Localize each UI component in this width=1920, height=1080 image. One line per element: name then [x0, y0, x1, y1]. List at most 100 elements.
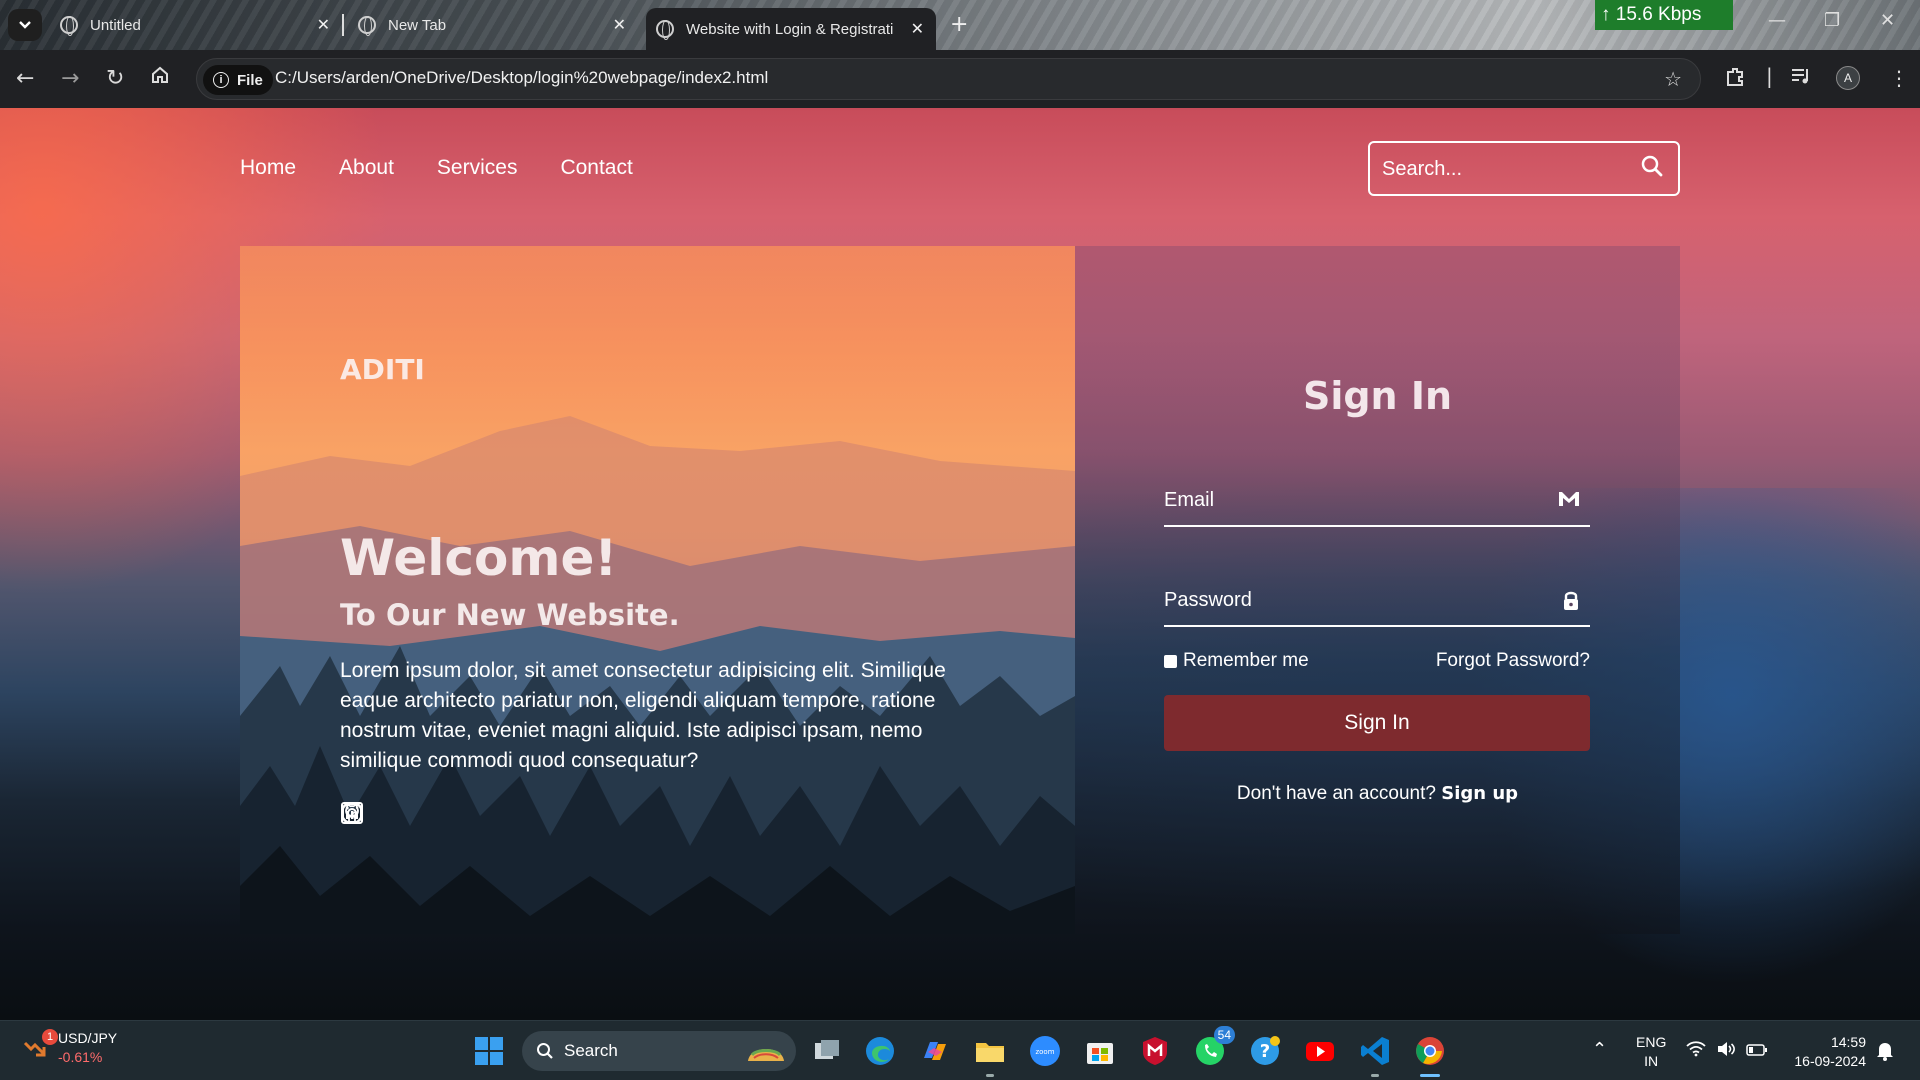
lock-icon: [1564, 591, 1578, 610]
forward-arrow-icon[interactable]: →: [61, 66, 79, 91]
back-arrow-icon[interactable]: ←: [16, 66, 34, 91]
checkbox-box[interactable]: [1164, 654, 1177, 668]
whatsapp-icon[interactable]: 54: [1193, 1026, 1235, 1068]
sign-in-button[interactable]: Sign In: [1164, 695, 1590, 751]
file-explorer-icon[interactable]: [973, 1034, 1007, 1077]
url-text[interactable]: C:/Users/arden/OneDrive/Desktop/login%20…: [275, 68, 768, 88]
page-background: Home About Services Contact Search... AD…: [0, 108, 1920, 1020]
info-icon: i: [213, 72, 229, 88]
task-view-icon[interactable]: [810, 1034, 844, 1068]
close-icon[interactable]: ✕: [613, 15, 626, 35]
youtube-icon[interactable]: [1303, 1034, 1337, 1068]
minimize-icon[interactable]: —: [1768, 10, 1786, 31]
more-menu-icon[interactable]: ⋮: [1889, 66, 1909, 90]
restore-icon[interactable]: ❐: [1824, 10, 1840, 31]
close-icon[interactable]: ✕: [317, 15, 330, 35]
taskbar-search[interactable]: Search: [522, 1031, 796, 1071]
remember-me-label: Remember me: [1183, 650, 1309, 671]
address-bar[interactable]: i File C:/Users/arden/OneDrive/Desktop/l…: [196, 58, 1701, 100]
chip-label: File: [237, 71, 263, 89]
svg-text:?: ?: [1260, 1041, 1270, 1062]
nav-about[interactable]: About: [339, 156, 394, 180]
hero-panel: ADITI Welcome! To Our New Website. Lorem…: [240, 246, 1075, 934]
brand-logo[interactable]: ADITI: [340, 353, 425, 386]
clock-date: 16-09-2024: [1794, 1053, 1866, 1069]
volume-icon[interactable]: [1716, 1041, 1736, 1080]
search-icon: [537, 1043, 553, 1059]
search-icon[interactable]: [1640, 154, 1664, 178]
close-icon[interactable]: ✕: [911, 19, 924, 39]
email-input[interactable]: [1164, 485, 1544, 515]
edge-browser-icon[interactable]: [863, 1034, 897, 1068]
chevron-down-icon: [19, 21, 31, 29]
forgot-password-link[interactable]: Forgot Password?: [1436, 650, 1590, 672]
bookmark-star-icon[interactable]: ☆: [1664, 67, 1682, 91]
notification-bell-icon[interactable]: [1876, 1041, 1894, 1080]
wifi-icon[interactable]: [1686, 1041, 1706, 1080]
tab-search-button[interactable]: [8, 9, 42, 41]
windows-taskbar: 1 USD/JPY -0.61% Search zoom 54 ? ⌃ ENG …: [0, 1020, 1920, 1080]
site-nav: Home About Services Contact: [240, 156, 633, 180]
password-input[interactable]: [1164, 585, 1544, 615]
media-queue-icon[interactable]: [1790, 66, 1812, 91]
home-icon[interactable]: [150, 65, 170, 91]
widget-badge: 1: [42, 1029, 58, 1045]
nav-services[interactable]: Services: [437, 156, 518, 180]
site-search-box: [1368, 141, 1680, 196]
tab-new-tab[interactable]: New Tab ✕: [358, 8, 626, 42]
copilot-icon[interactable]: [918, 1034, 952, 1068]
microsoft-store-icon[interactable]: [1083, 1034, 1117, 1068]
tab-website-login[interactable]: Website with Login & Registrati ✕: [646, 8, 936, 50]
reload-icon[interactable]: ↻: [106, 66, 124, 91]
new-tab-button[interactable]: +: [950, 12, 968, 37]
chrome-icon[interactable]: [1413, 1034, 1447, 1077]
taco-illustration-icon: [748, 1049, 784, 1061]
mcafee-icon[interactable]: [1138, 1034, 1172, 1068]
sign-in-title: Sign In: [1302, 374, 1453, 418]
signup-prompt: Don't have an account? Sign up: [1075, 783, 1680, 805]
network-speed-meter: ↑ 15.6 Kbps: [1595, 0, 1733, 30]
tab-title: New Tab: [388, 16, 447, 34]
close-window-icon[interactable]: ✕: [1880, 10, 1895, 31]
profile-avatar[interactable]: A: [1836, 66, 1860, 90]
site-info-chip[interactable]: i File: [203, 65, 273, 95]
github-icon[interactable]: [341, 801, 410, 825]
vscode-icon[interactable]: [1358, 1034, 1392, 1077]
currency-change: -0.61%: [58, 1049, 103, 1065]
battery-icon[interactable]: [1746, 1043, 1768, 1080]
nav-home[interactable]: Home: [240, 156, 296, 180]
language-secondary: IN: [1644, 1053, 1659, 1069]
signup-prompt-text: Don't have an account?: [1236, 783, 1436, 804]
globe-icon: [60, 16, 78, 36]
nav-contact[interactable]: Contact: [560, 156, 632, 180]
login-card: ADITI Welcome! To Our New Website. Lorem…: [240, 246, 1680, 934]
signup-link[interactable]: Sign up: [1441, 783, 1518, 804]
browser-toolbar: ← → ↻ i File C:/Users/arden/OneDrive/Des…: [0, 50, 1920, 108]
svg-text:zoom: zoom: [1035, 1048, 1054, 1056]
currency-pair: USD/JPY: [58, 1030, 118, 1046]
welcome-subtitle: To Our New Website.: [340, 598, 680, 632]
clock-time: 14:59: [1830, 1034, 1866, 1050]
remember-me-checkbox[interactable]: Remember me: [1164, 650, 1309, 672]
globe-icon: [656, 20, 674, 40]
mountain-landscape-image: [240, 246, 1075, 934]
social-links: [340, 801, 456, 825]
system-clock[interactable]: 14:59 16-09-2024: [1786, 1033, 1866, 1080]
chevron-up-icon[interactable]: ⌃: [1592, 1039, 1607, 1080]
mail-icon: [1559, 492, 1579, 506]
start-button[interactable]: [472, 1034, 506, 1068]
tab-divider: [342, 14, 344, 36]
extensions-icon[interactable]: [1724, 66, 1746, 93]
help-icon[interactable]: ?: [1248, 1034, 1282, 1068]
market-widget[interactable]: 1 USD/JPY -0.61%: [22, 1029, 117, 1067]
tab-title: Untitled: [90, 16, 141, 34]
tab-untitled[interactable]: Untitled ✕: [60, 8, 330, 42]
language-indicator[interactable]: ENG IN: [1636, 1033, 1666, 1080]
browser-tab-strip: Untitled ✕ New Tab ✕ Website with Login …: [0, 0, 1920, 50]
zoom-icon[interactable]: zoom: [1028, 1034, 1062, 1068]
toolbar-divider: |: [1766, 64, 1773, 88]
currency-chart-icon: 1: [22, 1029, 58, 1061]
site-search-input[interactable]: [1382, 155, 1632, 183]
welcome-heading: Welcome!: [340, 529, 618, 587]
instagram-icon[interactable]: [342, 801, 456, 825]
